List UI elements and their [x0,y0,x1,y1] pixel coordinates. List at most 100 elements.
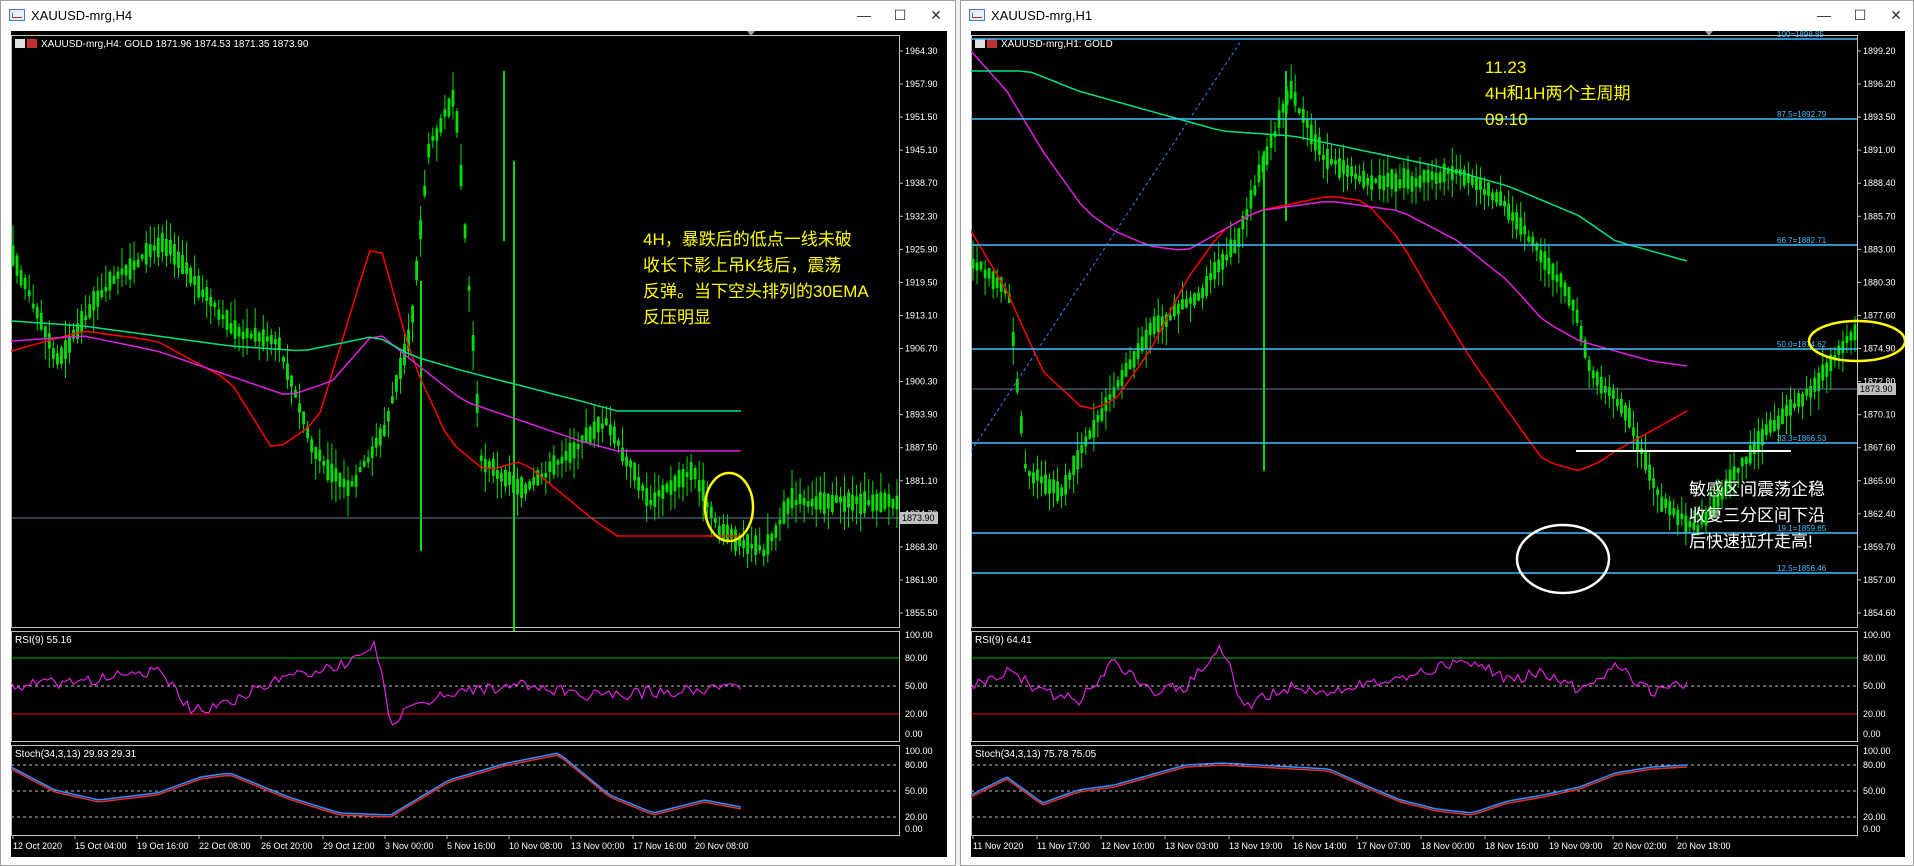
candle-body [1567,287,1571,306]
candle-body [1684,515,1688,533]
price-tick-label: 1861.90 [905,575,938,585]
candle-body [1563,282,1567,296]
price-tick-label: 1854.60 [1863,608,1896,618]
candle-body [891,498,895,509]
candle-body [754,535,758,555]
candle-body [1619,399,1623,414]
candle-body [152,245,156,251]
candle-body [1591,370,1595,379]
candle-body [1789,399,1792,416]
candle-body [1072,455,1076,475]
fib-level-label: 100=1898.85 [1777,31,1824,39]
time-tick-label: 19 Nov 09:00 [1549,841,1603,851]
candle-body [1382,175,1386,191]
chart-window-h1[interactable]: XAUUSD-mrg,H1 — ☐ ✕ XAUUSD-mrg,H1: GOLD 1… [960,0,1914,866]
candle-body [1406,169,1410,189]
candle-body [1499,191,1502,206]
candle-body [592,421,596,440]
candle-body [197,275,201,298]
candle-body [556,460,560,465]
candle-body [524,484,528,495]
candle-body [839,496,842,503]
candle-body [810,498,814,507]
candle-body [1849,332,1853,341]
close-icon[interactable]: ✕ [1881,5,1911,25]
fib-level-label: 33.3=1866.53 [1777,434,1827,443]
candle-body [1491,192,1494,201]
price-tick-label: 1883.00 [1863,244,1896,254]
candle-body [641,484,645,491]
time-tick-label: 13 Nov 03:00 [1165,841,1219,851]
title-bar[interactable]: XAUUSD-mrg,H1 — ☐ ✕ [961,1,1913,29]
title-bar[interactable]: XAUUSD-mrg,H4 — ☐ ✕ [1,1,955,29]
chart-area[interactable]: XAUUSD-mrg,H1: GOLD 1899.20 1896.20 1893.50… [971,31,1905,857]
candle-body [1543,251,1547,270]
candle-body [1845,336,1849,343]
candle-body [1011,332,1015,347]
candle-body [1253,185,1257,196]
price-tick-label: 1868.30 [905,542,938,552]
candle-body [475,394,479,414]
candle-body [1551,263,1555,281]
candle-body [265,336,269,342]
time-tick-label: 17 Nov 16:00 [633,841,687,851]
candle-body [1120,369,1124,386]
candle-body [471,335,475,351]
price-tick-label: 1877.60 [1863,310,1896,320]
annotation-text: 4H，暴跌后的低点一线未破 [643,230,852,249]
candle-body [386,411,390,422]
candle-body [1289,80,1293,99]
candle-body [851,494,854,511]
candle-body [1189,297,1192,304]
candle-body [382,424,386,437]
chart-window-h4[interactable]: XAUUSD-mrg,H4 — ☐ ✕ XAUUSD-mrg,H4: GOLD … [0,0,956,866]
close-icon[interactable]: ✕ [921,5,951,25]
minimize-icon[interactable]: — [849,5,879,25]
chart-canvas[interactable]: XAUUSD-mrg,H1: GOLD 1899.20 1896.20 1893.50… [971,31,1905,857]
candle-body [843,496,846,512]
candle-body [1044,474,1047,494]
candle-body [11,245,15,266]
maximize-icon[interactable]: ☐ [1845,5,1875,25]
candle-body [225,310,229,330]
minimize-icon[interactable]: — [1809,5,1839,25]
price-tick-label: 1865.00 [1863,476,1896,486]
time-tick-label: 10 Nov 08:00 [509,841,563,851]
candle-body [173,243,176,265]
candle-body [1068,472,1072,480]
candle-body [1801,393,1805,407]
chart-area[interactable]: XAUUSD-mrg,H4: GOLD 1871.96 1874.53 1871… [11,31,947,857]
candle-body [164,238,168,257]
chart-canvas[interactable]: XAUUSD-mrg,H4: GOLD 1871.96 1874.53 1871… [11,31,947,857]
candle-body [1036,469,1039,481]
candle-body [1495,192,1498,203]
ema-green-line [11,320,741,412]
candle-body [629,460,632,468]
maximize-icon[interactable]: ☐ [885,5,915,25]
time-tick-label: 26 Oct 20:00 [261,841,313,851]
candle-body [1040,476,1043,484]
stoch-tick-label: 80.00 [905,760,928,770]
rsi-tick-label: 100.00 [905,630,933,640]
time-tick-label: 22 Oct 08:00 [199,841,251,851]
candle-body [822,492,826,514]
candle-body [520,477,523,499]
candle-body [1781,408,1784,424]
candle-body [1434,172,1438,184]
candle-body [617,440,620,446]
candle-body [653,492,657,507]
candle-body [43,326,47,338]
candle-body [68,336,71,353]
candle-body [1100,408,1104,421]
candle-body [1740,457,1744,467]
price-tick-label: 1893.50 [1863,112,1896,122]
candle-body [1257,164,1261,183]
candle-body [1632,427,1635,437]
candle-body [1152,316,1156,335]
candle-body [786,498,790,514]
fib-level-label: 66.7=1882.71 [1777,236,1827,245]
time-tick-label: 5 Nov 16:00 [447,841,496,851]
candle-body [1342,160,1345,174]
annotation-text: 09:10 [1485,110,1528,129]
price-tick-label: 1891.00 [1863,145,1896,155]
